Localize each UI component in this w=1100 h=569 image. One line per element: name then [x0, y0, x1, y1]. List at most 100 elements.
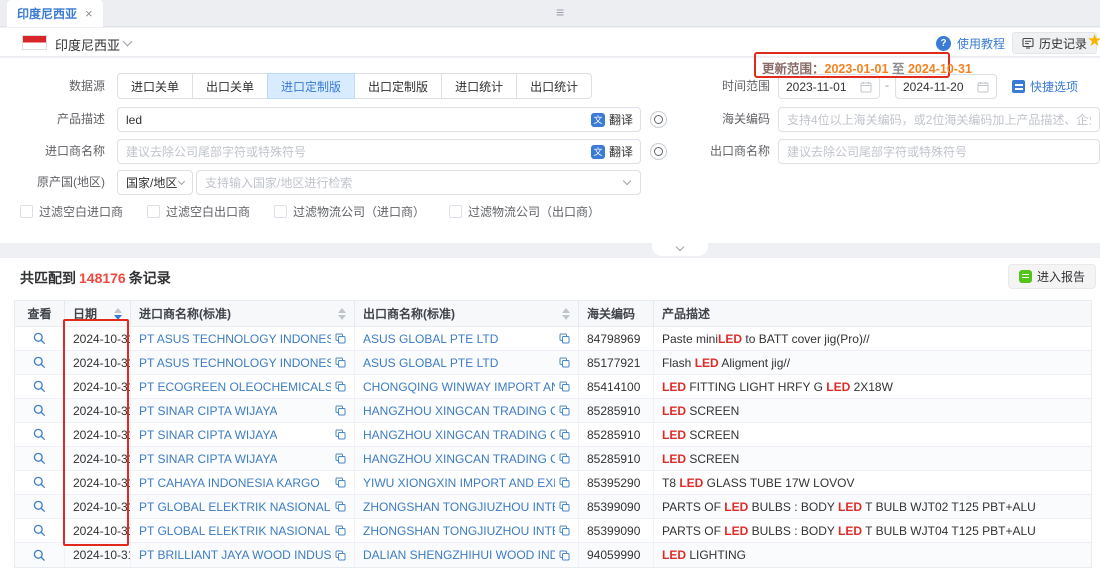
filter-checkbox[interactable]: 过滤空白进口商 [20, 203, 123, 220]
importer-link[interactable]: PT GLOBAL ELEKTRIK NASIONAL [139, 524, 330, 538]
exporter-link[interactable]: ZHONGSHAN TONGJIUZHOU INTERNA... [363, 500, 555, 514]
filter-checkbox[interactable]: 过滤空白出口商 [147, 203, 250, 220]
data-source-tab[interactable]: 出口统计 [516, 73, 592, 99]
copy-icon[interactable] [555, 405, 570, 416]
tab-indonesia[interactable]: 印度尼西亚 × [7, 0, 103, 27]
exporter-input[interactable] [779, 140, 1099, 163]
header-importer[interactable]: 进口商名称(标准) [131, 301, 355, 326]
view-detail-icon[interactable] [33, 524, 46, 537]
view-detail-icon[interactable] [33, 428, 46, 441]
copy-icon[interactable] [331, 525, 346, 536]
filter-checkbox[interactable]: 过滤物流公司（进口商） [274, 203, 425, 220]
translate-icon: 文 [591, 113, 605, 127]
checkbox-icon[interactable] [20, 205, 33, 218]
exporter-link[interactable]: ZHONGSHAN TONGJIUZHOU INTERNA... [363, 524, 555, 538]
importer-link[interactable]: PT SINAR CIPTA WIJAYA [139, 452, 277, 466]
view-detail-icon[interactable] [33, 452, 46, 465]
quick-options-button[interactable]: 快捷选项 [1012, 78, 1078, 95]
cell-hs-code: 85177921 [579, 351, 654, 374]
tutorial-button[interactable]: ? 使用教程 [936, 35, 1005, 52]
copy-icon[interactable] [331, 453, 346, 464]
copy-icon[interactable] [331, 429, 346, 440]
exporter-link[interactable]: HANGZHOU XINGCAN TRADING CO LTD [363, 404, 555, 418]
checkbox-icon[interactable] [274, 205, 287, 218]
view-detail-icon[interactable] [33, 549, 46, 562]
copy-icon[interactable] [555, 525, 570, 536]
header-exporter[interactable]: 出口商名称(标准) [355, 301, 579, 326]
exporter-link[interactable]: ASUS GLOBAL PTE LTD [363, 356, 498, 370]
menu-icon[interactable]: ≡ [556, 4, 564, 20]
view-detail-icon[interactable] [33, 332, 46, 345]
filter-checkbox[interactable]: 过滤物流公司（出口商） [449, 203, 600, 220]
importer-link[interactable]: PT GLOBAL ELEKTRIK NASIONAL [139, 500, 330, 514]
exporter-link[interactable]: HANGZHOU XINGCAN TRADING CO LTD [363, 452, 555, 466]
view-detail-icon[interactable] [33, 476, 46, 489]
importer-link[interactable]: PT SINAR CIPTA WIJAYA [139, 428, 277, 442]
sort-icons[interactable] [338, 308, 346, 320]
data-source-tab[interactable]: 进口统计 [441, 73, 517, 99]
translate-button[interactable]: 文 翻译 [591, 143, 640, 160]
cell-view [15, 519, 65, 542]
copy-icon[interactable] [331, 357, 346, 368]
country-name[interactable]: 印度尼西亚 [55, 35, 120, 54]
data-source-tab[interactable]: 进口关单 [117, 73, 193, 99]
cell-date: 2024-10-31 [65, 447, 131, 470]
copy-icon[interactable] [331, 381, 346, 392]
chevron-down-icon[interactable] [123, 37, 133, 47]
exporter-link[interactable]: CHONGQING WINWAY IMPORT AND E... [363, 380, 555, 394]
copy-icon[interactable] [331, 550, 346, 561]
checkbox-icon[interactable] [449, 205, 462, 218]
favorite-star-icon[interactable]: ★ [1087, 31, 1100, 51]
importer-link[interactable]: PT ECOGREEN OLEOCHEMICALS [139, 380, 331, 394]
data-source-tab[interactable]: 出口关单 [192, 73, 268, 99]
exporter-link[interactable]: HANGZHOU XINGCAN TRADING CO LTD [363, 428, 555, 442]
origin-search-input[interactable] [197, 171, 624, 194]
exporter-link[interactable]: YIWU XIONGXIN IMPORT AND EXPORT... [363, 476, 555, 490]
header-date[interactable]: 日期 [65, 301, 131, 326]
enter-report-button[interactable]: 进入报告 [1008, 264, 1096, 289]
copy-icon[interactable] [555, 357, 570, 368]
collapse-panel-button[interactable] [652, 243, 708, 256]
date-from-field[interactable]: 2023-11-01 [778, 74, 880, 99]
copy-icon[interactable] [555, 381, 570, 392]
view-detail-icon[interactable] [33, 500, 46, 513]
hs-code-input[interactable] [779, 108, 1099, 131]
product-desc-fieldbox: 文 翻译 [117, 107, 641, 132]
exporter-link[interactable]: DALIAN SHENGZHIHUI WOOD INDUST... [363, 548, 555, 562]
copy-icon[interactable] [555, 333, 570, 344]
browser-tab-bar: 印度尼西亚 × ≡ [0, 0, 1100, 27]
date-to-field[interactable]: 2024-11-20 [895, 74, 997, 99]
view-detail-icon[interactable] [33, 380, 46, 393]
sort-icons[interactable] [562, 308, 570, 320]
importer-link[interactable]: PT ASUS TECHNOLOGY INDONESIA BA... [139, 332, 331, 346]
data-source-tab[interactable]: 出口定制版 [354, 73, 442, 99]
importer-link[interactable]: PT SINAR CIPTA WIJAYA [139, 404, 277, 418]
copy-icon[interactable] [555, 550, 570, 561]
sort-icons[interactable] [114, 308, 122, 320]
product-desc-input[interactable] [118, 108, 591, 131]
close-icon[interactable]: × [85, 6, 93, 21]
view-detail-icon[interactable] [33, 404, 46, 417]
copy-icon[interactable] [555, 501, 570, 512]
importer-link[interactable]: PT CAHAYA INDONESIA KARGO [139, 476, 320, 490]
translate-button[interactable]: 文 翻译 [591, 111, 640, 128]
checkbox-icon[interactable] [147, 205, 160, 218]
view-detail-icon[interactable] [33, 356, 46, 369]
copy-icon[interactable] [331, 405, 346, 416]
history-button[interactable]: 历史记录 [1012, 32, 1097, 54]
exporter-link[interactable]: ASUS GLOBAL PTE LTD [363, 332, 498, 346]
origin-type-select[interactable]: 国家/地区 [117, 170, 193, 195]
importer-link[interactable]: PT ASUS TECHNOLOGY INDONESIA BA... [139, 356, 331, 370]
copy-icon[interactable] [555, 453, 570, 464]
importer-link[interactable]: PT BRILLIANT JAYA WOOD INDUSTRY [139, 548, 331, 562]
date-range-dash: - [885, 78, 889, 92]
copy-icon[interactable] [555, 429, 570, 440]
data-source-tab[interactable]: 进口定制版 [267, 73, 355, 99]
table-row: 2024-10-31 PT BRILLIANT JAYA WOOD INDUST… [15, 543, 1091, 567]
copy-icon[interactable] [331, 477, 346, 488]
copy-icon[interactable] [331, 333, 346, 344]
header-product-desc: 产品描述 [654, 301, 1091, 326]
copy-icon[interactable] [555, 477, 570, 488]
copy-icon[interactable] [331, 501, 346, 512]
importer-input[interactable] [118, 140, 591, 163]
